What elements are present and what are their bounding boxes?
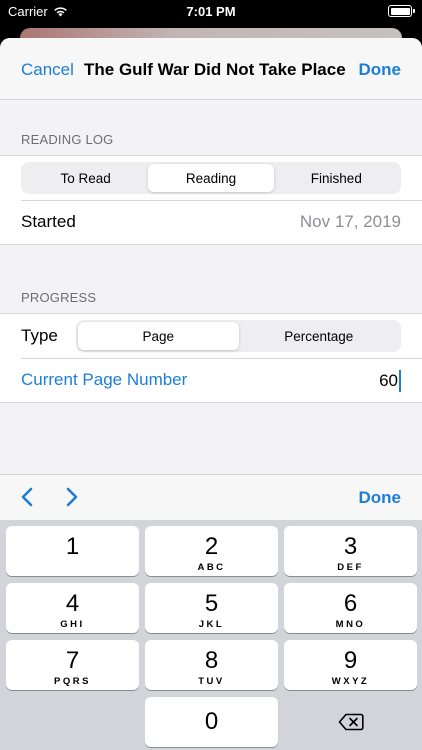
key-1[interactable]: 1 bbox=[6, 526, 139, 576]
segment-page[interactable]: Page bbox=[78, 322, 239, 350]
progress-group: Type Page Percentage Current Page Number… bbox=[0, 313, 422, 403]
key-2-digit: 2 bbox=[204, 533, 219, 560]
progress-type-row: Type Page Percentage bbox=[0, 314, 422, 358]
battery-icon bbox=[388, 5, 415, 17]
keyboard-done-button[interactable]: Done bbox=[359, 488, 402, 508]
key-4[interactable]: 4 GHI bbox=[6, 583, 139, 633]
key-7[interactable]: 7 PQRS bbox=[6, 640, 139, 690]
keyboard-accessory-bar: Done bbox=[0, 474, 422, 520]
book-title: The Gulf War Did Not Take Place bbox=[84, 60, 346, 79]
started-row[interactable]: Started Nov 17, 2019 bbox=[0, 200, 422, 244]
started-label: Started bbox=[21, 212, 76, 231]
current-page-value: 60 bbox=[379, 371, 398, 390]
segment-to-read[interactable]: To Read bbox=[23, 164, 148, 192]
key-9-digit: 9 bbox=[343, 647, 358, 674]
key-2-letters: ABC bbox=[197, 562, 226, 573]
key-4-letters: GHI bbox=[60, 619, 85, 630]
key-5[interactable]: 5 JKL bbox=[145, 583, 278, 633]
clock: 7:01 PM bbox=[186, 4, 236, 19]
screen: Carrier 7:01 PM Cancel The Gulf War Did … bbox=[0, 0, 422, 750]
key-7-digit: 7 bbox=[65, 647, 80, 674]
key-6-letters: MNO bbox=[335, 619, 366, 630]
key-3-digit: 3 bbox=[343, 533, 358, 560]
current-page-row[interactable]: Current Page Number 60 bbox=[0, 358, 422, 402]
cancel-button[interactable]: Cancel bbox=[21, 60, 74, 80]
text-cursor bbox=[399, 370, 401, 392]
key-6-digit: 6 bbox=[343, 590, 358, 617]
key-2[interactable]: 2 ABC bbox=[145, 526, 278, 576]
next-field-icon[interactable] bbox=[63, 486, 81, 508]
key-7-letters: PQRS bbox=[54, 676, 91, 687]
current-page-input[interactable]: 60 bbox=[379, 370, 401, 392]
key-3-letters: DEF bbox=[337, 562, 364, 573]
status-bar: Carrier 7:01 PM bbox=[0, 0, 422, 22]
progress-type-segmented-control: Page Percentage bbox=[76, 320, 401, 352]
backspace-icon bbox=[338, 713, 364, 731]
previous-field-icon[interactable] bbox=[18, 486, 36, 508]
key-0[interactable]: 0 bbox=[145, 697, 278, 747]
segment-percentage[interactable]: Percentage bbox=[239, 322, 400, 350]
key-5-letters: JKL bbox=[198, 619, 225, 630]
key-0-digit: 0 bbox=[204, 708, 219, 735]
segment-finished[interactable]: Finished bbox=[274, 164, 399, 192]
segment-reading[interactable]: Reading bbox=[148, 164, 274, 192]
key-6[interactable]: 6 MNO bbox=[284, 583, 417, 633]
number-pad: 1 2 ABC 3 DEF 4 GHI 5 JKL 6 MNO 7 PQRS 8… bbox=[0, 520, 422, 750]
type-label: Type bbox=[21, 326, 58, 345]
navigation-bar: Cancel The Gulf War Did Not Take Place D… bbox=[0, 38, 422, 100]
key-5-digit: 5 bbox=[204, 590, 219, 617]
key-8-digit: 8 bbox=[204, 647, 219, 674]
key-3[interactable]: 3 DEF bbox=[284, 526, 417, 576]
reading-log-header: READING LOG bbox=[21, 132, 114, 147]
delete-key[interactable] bbox=[284, 697, 417, 747]
edit-sheet: Cancel The Gulf War Did Not Take Place D… bbox=[0, 38, 422, 750]
progress-header: PROGRESS bbox=[21, 290, 97, 305]
done-button[interactable]: Done bbox=[359, 60, 402, 80]
started-date: Nov 17, 2019 bbox=[299, 212, 401, 231]
key-9-letters: WXYZ bbox=[331, 676, 370, 687]
key-9[interactable]: 9 WXYZ bbox=[284, 640, 417, 690]
key-1-digit: 1 bbox=[65, 533, 80, 560]
current-page-label: Current Page Number bbox=[21, 370, 188, 389]
reading-log-group: To Read Reading Finished Started Nov 17,… bbox=[0, 155, 422, 245]
key-8[interactable]: 8 TUV bbox=[145, 640, 278, 690]
key-8-letters: TUV bbox=[198, 676, 225, 687]
reading-status-row: To Read Reading Finished bbox=[0, 156, 422, 200]
key-4-digit: 4 bbox=[65, 590, 80, 617]
reading-status-segmented-control: To Read Reading Finished bbox=[21, 162, 401, 194]
